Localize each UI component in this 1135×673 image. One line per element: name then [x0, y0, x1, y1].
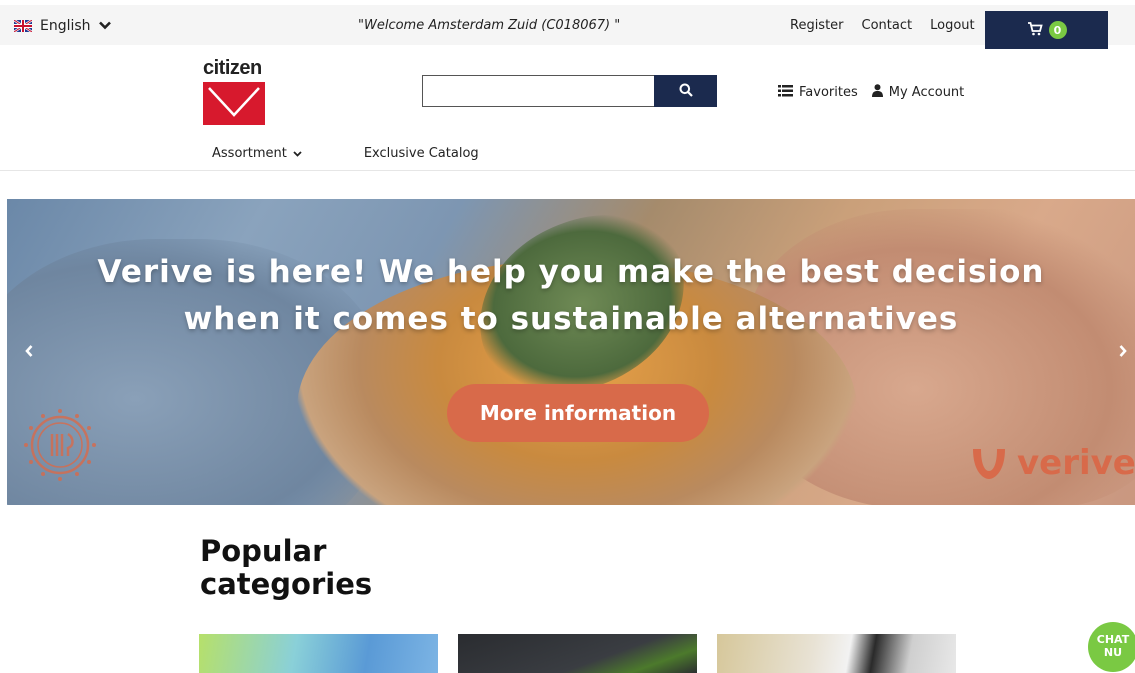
cart-icon: [1027, 21, 1043, 40]
banner-title-line1: Verive is here! We help you make the bes…: [97, 254, 1045, 290]
logo-mark-icon: [203, 82, 265, 125]
register-link[interactable]: Register: [790, 18, 844, 33]
verive-brand-text: verive: [1017, 443, 1135, 483]
search-bar: [422, 75, 717, 107]
search-input[interactable]: [422, 75, 654, 107]
category-card-2[interactable]: [458, 634, 697, 673]
nav-divider: [0, 170, 1135, 171]
main-nav: Assortment Exclusive Catalog: [212, 146, 479, 161]
language-label: English: [40, 18, 91, 34]
cart-count-badge: 0: [1048, 21, 1067, 39]
search-button[interactable]: [654, 75, 717, 107]
category-card-3[interactable]: [717, 634, 956, 673]
chat-label-line1: CHAT: [1096, 633, 1130, 646]
top-bar: English "Welcome Amsterdam Zuid (C018067…: [0, 5, 1135, 49]
search-icon: [679, 83, 693, 100]
logout-link[interactable]: Logout: [930, 18, 975, 33]
my-account-link[interactable]: My Account: [871, 84, 965, 101]
chevron-down-icon: [98, 18, 111, 34]
assortment-label: Assortment: [212, 146, 287, 161]
verive-mark-icon: [973, 449, 1005, 479]
popular-title-line2: categories: [200, 567, 373, 601]
cart-button[interactable]: 0: [985, 11, 1108, 49]
favorites-label: Favorites: [799, 85, 858, 100]
banner-title: Verive is here! We help you make the bes…: [7, 249, 1135, 343]
popular-categories-title: Popular categories: [200, 535, 400, 601]
hero-banner: Verive is here! We help you make the bes…: [7, 199, 1135, 505]
nav-assortment[interactable]: Assortment: [212, 146, 302, 161]
more-information-button[interactable]: More information: [447, 384, 709, 442]
language-selector[interactable]: English: [14, 18, 111, 34]
sustainability-seal-icon: [24, 409, 96, 481]
logo-text: citizen: [203, 57, 262, 79]
nav-exclusive-catalog[interactable]: Exclusive Catalog: [364, 146, 479, 161]
chevron-down-icon: [293, 146, 302, 161]
welcome-message: "Welcome Amsterdam Zuid (C018067) ": [358, 18, 621, 33]
favorites-link[interactable]: Favorites: [778, 84, 858, 101]
banner-title-line2: when it comes to sustainable alternative…: [183, 301, 959, 337]
category-card-1[interactable]: [199, 634, 438, 673]
my-account-label: My Account: [888, 85, 965, 100]
carousel-next-icon[interactable]: [1118, 342, 1128, 363]
user-icon: [871, 84, 883, 101]
contact-link[interactable]: Contact: [862, 18, 913, 33]
citizenm-logo[interactable]: citizen: [203, 58, 269, 126]
chat-label-line2: NU: [1103, 646, 1123, 659]
popular-title-line1: Popular: [200, 534, 327, 568]
list-icon: [778, 84, 793, 101]
verive-logo: verive: [969, 443, 1135, 483]
uk-flag-icon: [14, 20, 32, 32]
chat-button[interactable]: CHAT NU: [1088, 622, 1135, 672]
carousel-prev-icon[interactable]: [24, 342, 34, 363]
